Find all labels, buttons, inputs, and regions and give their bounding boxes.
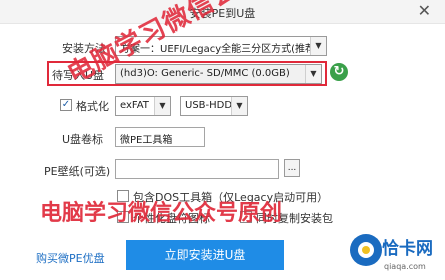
volume-label: U盘卷标: [62, 133, 104, 146]
install-button[interactable]: 立即安装进U盘: [126, 240, 284, 270]
logo-name: 恰卡网: [382, 239, 433, 259]
target-disk-select[interactable]: (hd3)O: Generic- SD/MMC (0.0GB) ▼: [115, 64, 322, 84]
close-icon[interactable]: ✕: [418, 2, 431, 20]
watermark-horizontal: 电脑学习微信公众号原创: [40, 201, 283, 226]
usb-mode-value: USB-HDD: [185, 100, 233, 111]
buy-usb-link[interactable]: 购买微PE优盘: [36, 250, 105, 266]
format-checkbox[interactable]: ✓: [60, 99, 72, 111]
chevron-down-icon: ▼: [154, 97, 170, 115]
browse-button[interactable]: ...: [284, 159, 300, 177]
filesystem-value: exFAT: [120, 100, 149, 111]
chevron-down-icon: ▼: [231, 97, 247, 115]
wallpaper-label: PE壁纸(可选): [44, 165, 111, 178]
target-disk-value: (hd3)O: Generic- SD/MMC (0.0GB): [120, 68, 290, 79]
usb-mode-select[interactable]: USB-HDD ▼: [180, 96, 248, 116]
chevron-down-icon: ▼: [305, 65, 321, 83]
format-label: 格式化: [76, 100, 109, 113]
logo-url: qiaqa.com: [384, 262, 426, 271]
volume-input[interactable]: 微PE工具箱: [115, 127, 205, 147]
filesystem-select[interactable]: exFAT ▼: [115, 96, 171, 116]
refresh-icon[interactable]: ↻: [330, 63, 348, 81]
chevron-down-icon: ▼: [310, 37, 326, 55]
wallpaper-input[interactable]: [115, 159, 279, 179]
